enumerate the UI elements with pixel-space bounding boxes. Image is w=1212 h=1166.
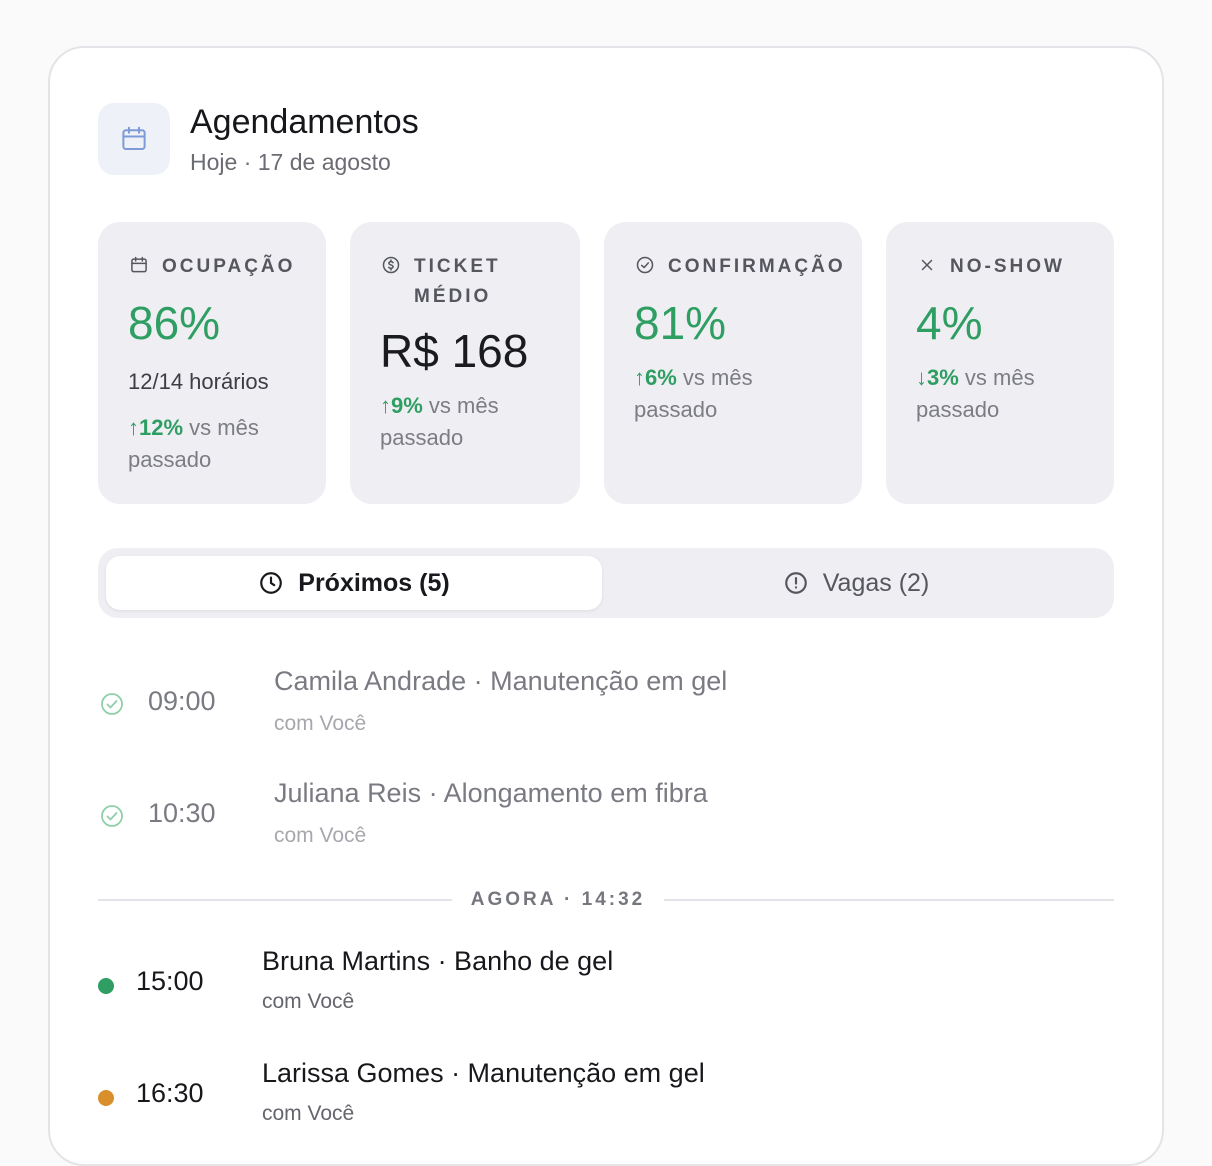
- appointment-row[interactable]: 16:30 Larissa Gomes · Manutenção em gel …: [98, 1056, 1114, 1136]
- status-dot: [98, 1090, 114, 1106]
- stat-label: TICKET MÉDIO: [414, 256, 501, 307]
- now-marker: AGORA · 14:32: [452, 888, 664, 912]
- appointment-staff: com Você: [262, 990, 355, 1013]
- stat-label: CONFIRMAÇÃO: [668, 256, 846, 277]
- stat-card-no-show: NO-SHOW 4% ↓3% vs mês passado: [886, 222, 1114, 504]
- appointment-time: 09:00: [148, 686, 216, 716]
- tab-label: Vagas (2): [822, 568, 930, 597]
- stat-trend: ↑6% vs mês passado: [634, 365, 753, 422]
- calendar-icon: [98, 103, 170, 175]
- close-icon: [916, 254, 938, 276]
- appointment-title: Camila Andrade · Manutenção em gel: [274, 666, 728, 696]
- stat-subtext: 12/14 horários: [128, 369, 269, 394]
- appointment-title: Juliana Reis · Alongamento em fibra: [274, 778, 708, 808]
- stat-label: NO-SHOW: [950, 256, 1065, 277]
- stat-card-confirmation: CONFIRMAÇÃO 81% ↑6% vs mês passado: [604, 222, 862, 504]
- stat-trend: ↓3% vs mês passado: [916, 365, 1035, 422]
- tab-openings[interactable]: Vagas (2): [606, 556, 1106, 610]
- appointment-row[interactable]: 15:00 Bruna Martins · Banho de gel com V…: [98, 944, 1114, 1024]
- appointment-time: 15:00: [136, 966, 204, 996]
- check-circle-icon: [634, 254, 656, 276]
- calendar-icon: [128, 254, 150, 276]
- alert-circle-icon: [784, 572, 807, 594]
- appointment-title: Larissa Gomes · Manutenção em gel: [262, 1058, 705, 1088]
- tab-upcoming[interactable]: Próximos (5): [106, 556, 602, 610]
- page-subtitle: Hoje · 17 de agosto: [190, 149, 391, 175]
- stat-value: 81%: [634, 297, 727, 349]
- appointment-row[interactable]: 09:00 Camila Andrade · Manutenção em gel…: [98, 664, 1114, 744]
- clock-icon: [260, 572, 283, 594]
- stat-card-occupancy: OCUPAÇÃO 86% 12/14 horários ↑12% vs mês …: [98, 222, 326, 504]
- tab-label: Próximos (5): [298, 568, 450, 597]
- stat-trend: ↑9% vs mês passado: [380, 393, 499, 450]
- stat-value: 4%: [916, 297, 983, 349]
- card-header: Agendamentos Hoje · 17 de agosto: [98, 102, 419, 176]
- check-circle-icon: [100, 692, 124, 716]
- appointment-staff: com Você: [262, 1102, 355, 1125]
- appointments-card: Agendamentos Hoje · 17 de agosto OCUPAÇÃ…: [48, 46, 1164, 1166]
- appointment-title: Bruna Martins · Banho de gel: [262, 946, 614, 976]
- stat-value: R$ 168: [380, 325, 529, 377]
- status-dot: [98, 978, 114, 994]
- page-title: Agendamentos: [190, 103, 419, 141]
- stat-label: OCUPAÇÃO: [162, 256, 296, 277]
- stat-value: 86%: [128, 297, 221, 349]
- appointment-time: 16:30: [136, 1078, 204, 1108]
- appointment-staff: com Você: [274, 712, 367, 735]
- stat-card-average-ticket: TICKET MÉDIO R$ 168 ↑9% vs mês passado: [350, 222, 580, 504]
- appointment-staff: com Você: [274, 824, 367, 847]
- appointments-tabs: Próximos (5) Vagas (2): [98, 548, 1114, 618]
- check-circle-icon: [100, 804, 124, 828]
- dollar-icon: [380, 254, 402, 276]
- appointment-time: 10:30: [148, 798, 216, 828]
- appointment-row[interactable]: 10:30 Juliana Reis · Alongamento em fibr…: [98, 776, 1114, 856]
- stat-trend: ↑12% vs mês passado: [128, 415, 259, 472]
